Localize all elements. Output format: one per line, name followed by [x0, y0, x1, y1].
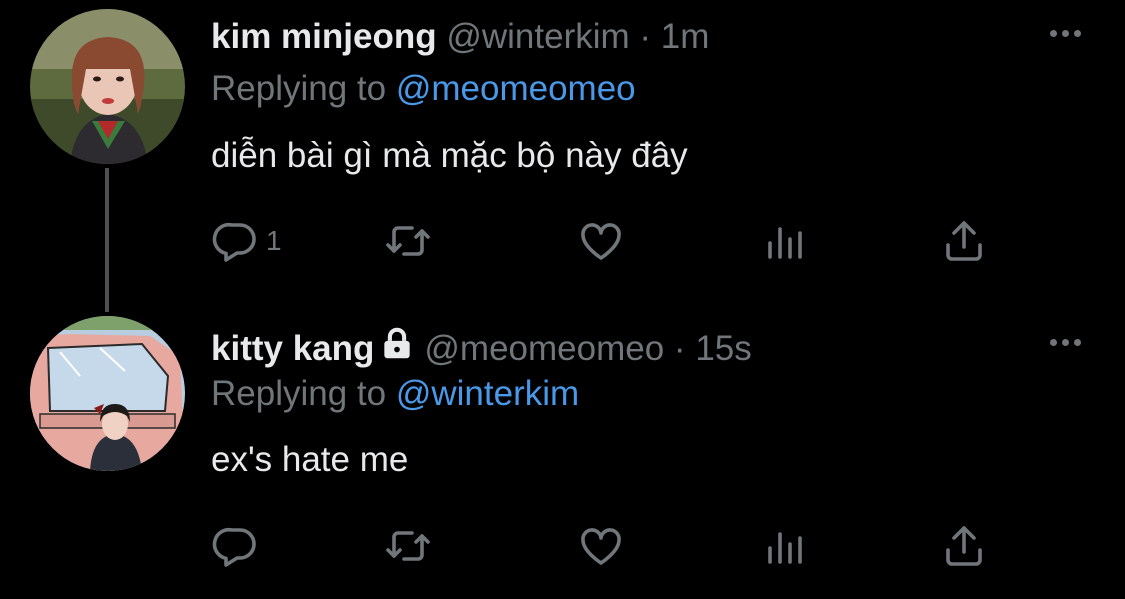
tweet-header: kitty kang @meomeomeo · 15s [211, 325, 752, 373]
tweet-text: ex's hate me [211, 440, 409, 479]
tweet-header: kim minjeong @winterkim · 1m [211, 16, 709, 58]
separator-dot: · [673, 329, 686, 368]
reply-icon [212, 222, 256, 262]
action-bar [0, 521, 1125, 571]
analytics-button[interactable] [760, 216, 808, 266]
tweet-text: diễn bài gì mà mặc bộ này đây [211, 136, 688, 175]
mention-link[interactable]: @meomeomeo [396, 69, 636, 108]
display-name[interactable]: kitty kang [211, 329, 374, 368]
separator-dot: · [639, 17, 652, 56]
replying-to-label: Replying to [211, 374, 387, 413]
mention-link[interactable]: @winterkim [396, 374, 579, 413]
share-button[interactable] [940, 521, 988, 571]
lock-icon [378, 325, 416, 373]
timestamp[interactable]: 15s [695, 329, 751, 368]
user-handle[interactable]: @winterkim [446, 17, 629, 56]
retweet-icon [386, 531, 430, 561]
share-icon [946, 526, 982, 566]
like-button[interactable] [577, 216, 625, 266]
analytics-icon [768, 227, 802, 259]
reply-icon [212, 527, 256, 567]
heart-icon [581, 528, 621, 565]
avatar[interactable] [30, 316, 185, 471]
reply-count: 1 [266, 225, 282, 256]
timestamp[interactable]: 1m [661, 17, 710, 56]
more-icon[interactable] [1050, 339, 1081, 346]
share-icon [946, 221, 982, 261]
user-handle[interactable]: @meomeomeo [424, 329, 664, 368]
avatar[interactable] [30, 9, 185, 164]
retweet-button[interactable] [384, 521, 432, 571]
more-icon[interactable] [1050, 30, 1081, 37]
reply-button[interactable]: 1 [212, 216, 282, 266]
retweet-button[interactable] [384, 216, 432, 266]
display-name[interactable]: kim minjeong [211, 17, 437, 56]
analytics-button[interactable] [760, 521, 808, 571]
heart-icon [581, 223, 621, 260]
action-bar: 1 [0, 216, 1125, 266]
share-button[interactable] [940, 216, 988, 266]
analytics-icon [768, 532, 802, 564]
like-button[interactable] [577, 521, 625, 571]
replying-to-label: Replying to [211, 69, 387, 108]
tweet[interactable]: kitty kang @meomeomeo · 15s Replying to @… [0, 305, 1125, 599]
replying-to: Replying to @meomeomeo [211, 68, 636, 110]
tweet[interactable]: kim minjeong @winterkim · 1m Replying to… [0, 0, 1125, 300]
retweet-icon [386, 226, 430, 256]
replying-to: Replying to @winterkim [211, 373, 579, 415]
reply-button[interactable] [212, 521, 266, 571]
